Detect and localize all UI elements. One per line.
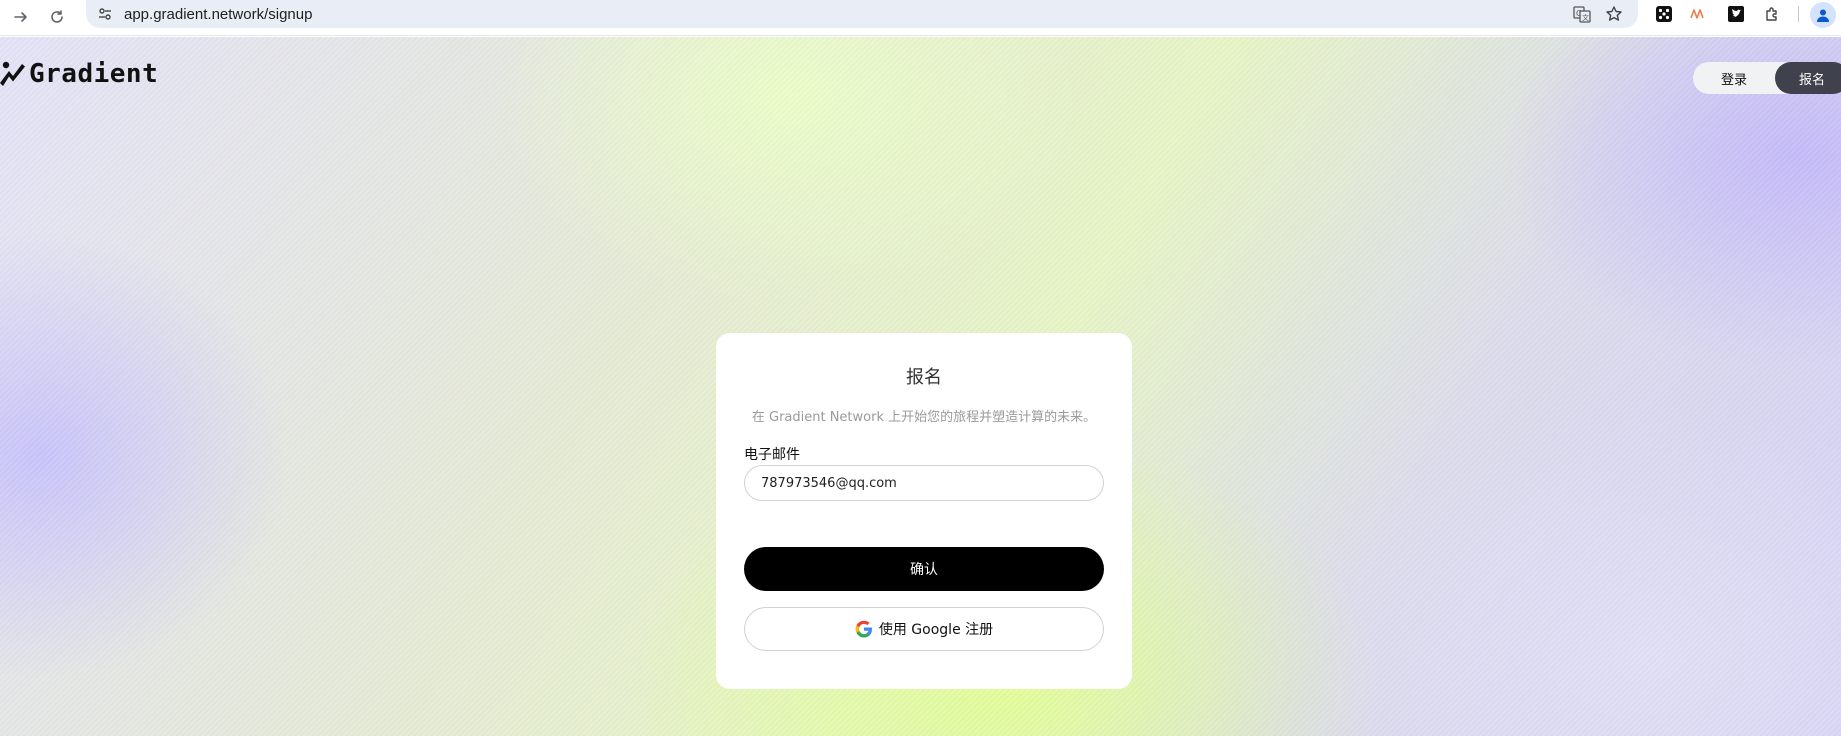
google-icon xyxy=(855,620,873,638)
google-signup-label: 使用 Google 注册 xyxy=(878,622,994,638)
confirm-button[interactable]: 确认 xyxy=(744,547,1104,591)
svg-text:文: 文 xyxy=(1582,13,1589,22)
card-subtitle: 在 Gradient Network 上开始您的旅程并塑造计算的未来。 xyxy=(751,410,1097,425)
email-field[interactable] xyxy=(744,465,1104,501)
signup-card: 报名 在 Gradient Network 上开始您的旅程并塑造计算的未来。 电… xyxy=(716,333,1132,689)
card-title: 报名 xyxy=(906,367,942,388)
login-button[interactable]: 登录 xyxy=(1693,62,1775,94)
forward-arrow-icon[interactable] xyxy=(8,4,34,30)
extensions-puzzle-icon[interactable] xyxy=(1761,2,1785,26)
signup-tab-button[interactable]: 报名 xyxy=(1775,62,1841,94)
url-text[interactable]: app.gradient.network/signup xyxy=(124,6,312,23)
extension-n-icon[interactable] xyxy=(1686,2,1710,26)
email-label: 电子邮件 xyxy=(744,447,800,463)
translate-icon[interactable]: G文 xyxy=(1570,2,1594,26)
browser-toolbar: app.gradient.network/signup G文 xyxy=(0,0,1841,36)
star-icon[interactable] xyxy=(1602,2,1626,26)
logo-text: Gradient xyxy=(29,59,159,89)
toolbar-divider xyxy=(1798,6,1799,22)
address-bar[interactable]: app.gradient.network/signup G文 xyxy=(86,0,1638,28)
site-info-icon[interactable] xyxy=(90,0,120,28)
profile-icon[interactable] xyxy=(1810,2,1836,28)
gradient-logo-mark-icon xyxy=(0,61,25,86)
extension-twitter-icon[interactable] xyxy=(1724,2,1748,26)
extension-dice-icon[interactable] xyxy=(1652,2,1676,26)
google-signup-button[interactable]: 使用 Google 注册 xyxy=(744,607,1104,651)
auth-toggle: 登录 报名 xyxy=(1693,62,1841,94)
reload-icon[interactable] xyxy=(44,4,70,30)
gradient-logo[interactable]: Gradient xyxy=(0,59,158,89)
signup-page: Gradient 登录 报名 报名 在 Gradient Network 上开始… xyxy=(0,37,1841,736)
